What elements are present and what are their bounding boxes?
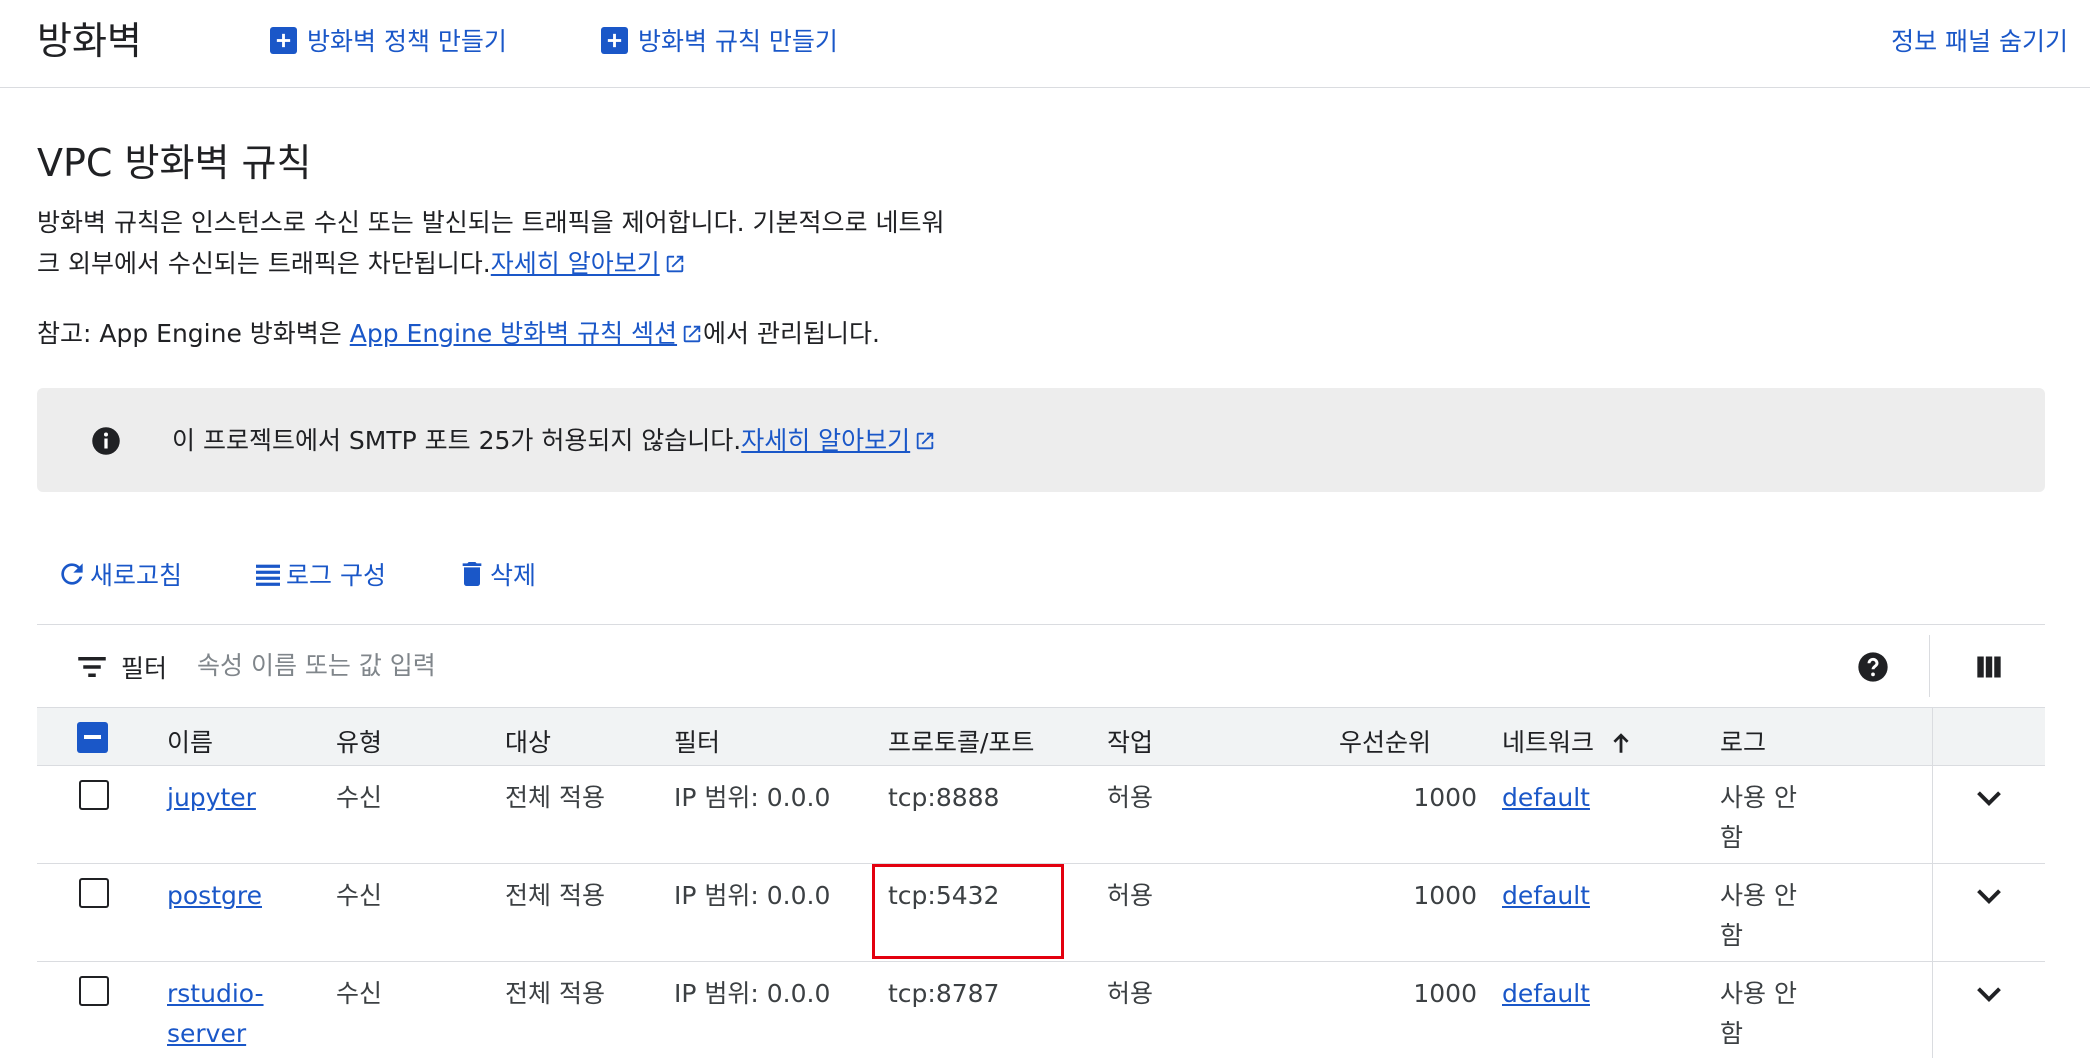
banner-learn-more-link[interactable]: 자세히 알아보기 <box>741 426 910 455</box>
rule-action: 허용 <box>1107 783 1154 812</box>
create-firewall-policy-button[interactable]: 방화벽 정책 만들기 <box>270 20 507 60</box>
rule-priority: 1000 <box>1413 783 1477 812</box>
delete-button[interactable]: 삭제 <box>456 556 536 592</box>
rule-filters: IP 범위: 0.0.0 <box>674 881 831 910</box>
open-in-new-icon <box>666 255 683 273</box>
rule-protocol-port: tcp:8787 <box>888 979 1000 1008</box>
rule-logs: 사용 안함 <box>1720 881 1797 950</box>
rule-protocol-port: tcp:8888 <box>888 783 1000 812</box>
action-toolbar: 새로고침 로그 구성 삭제 <box>56 552 606 596</box>
select-all-checkbox[interactable] <box>77 722 108 753</box>
column-header-logs[interactable]: 로그 <box>1720 723 1766 759</box>
rule-action: 허용 <box>1107 979 1154 1008</box>
row-checkbox[interactable] <box>79 878 109 908</box>
column-header-name[interactable]: 이름 <box>167 723 213 759</box>
info-icon <box>92 427 120 455</box>
table-row: jupyter 수신 전체 적용 IP 범위: 0.0.0 tcp:8888 허… <box>37 766 2045 864</box>
create-firewall-rule-label: 방화벽 규칙 만들기 <box>638 27 838 56</box>
rule-priority: 1000 <box>1413 979 1477 1008</box>
rule-logs: 사용 안함 <box>1720 979 1797 1048</box>
app-engine-rules-link[interactable]: App Engine 방화벽 규칙 섹션 <box>350 319 677 348</box>
filter-icon <box>78 657 106 677</box>
open-in-new-icon <box>683 325 701 343</box>
column-header-targets[interactable]: 대상 <box>505 723 551 759</box>
description-line: 방화벽 규칙은 인스턴스로 수신 또는 발신되는 트래픽을 제어합니다. 기본적… <box>37 208 945 237</box>
column-header-type[interactable]: 유형 <box>336 723 382 759</box>
row-checkbox[interactable] <box>79 976 109 1006</box>
description-text: 크 외부에서 수신되는 트래픽은 차단됩니다. <box>37 249 491 278</box>
network-link[interactable]: default <box>1502 876 1590 916</box>
page-title: 방화벽 <box>37 19 142 63</box>
refresh-label: 새로고침 <box>90 561 183 590</box>
rule-type: 수신 <box>336 783 383 812</box>
column-header-action[interactable]: 작업 <box>1107 723 1153 759</box>
learn-more-link[interactable]: 자세히 알아보기 <box>491 249 660 278</box>
list-icon <box>256 564 281 586</box>
note-suffix: 에서 관리됩니다. <box>703 319 880 348</box>
top-bar: 방화벽 방화벽 정책 만들기 방화벽 규칙 만들기 정보 패널 숨기기 <box>0 0 2090 88</box>
note-prefix: 참고: App Engine 방화벽은 <box>37 319 350 348</box>
rule-filters: IP 범위: 0.0.0 <box>674 979 831 1008</box>
divider <box>1932 708 1933 765</box>
filter-bar: 필터 <box>37 624 2045 708</box>
add-box-icon <box>601 26 628 54</box>
chevron-down-icon[interactable] <box>1971 780 2007 816</box>
rule-name-link[interactable]: postgre <box>167 876 287 916</box>
open-in-new-icon <box>916 432 934 450</box>
network-header-label: 네트워크 <box>1502 728 1595 757</box>
filter-input[interactable] <box>197 643 1497 687</box>
add-box-icon <box>270 26 297 54</box>
column-header-protocol-port[interactable]: 프로토콜/포트 <box>888 723 1034 759</box>
rule-action: 허용 <box>1107 881 1154 910</box>
create-firewall-policy-label: 방화벽 정책 만들기 <box>307 27 507 56</box>
banner-message: 이 프로젝트에서 SMTP 포트 25가 허용되지 않습니다.자세히 알아보기 <box>172 421 936 457</box>
column-display-options-icon[interactable] <box>1975 653 2003 681</box>
chevron-down-icon[interactable] <box>1971 878 2007 914</box>
banner-text: 이 프로젝트에서 SMTP 포트 25가 허용되지 않습니다. <box>172 426 742 455</box>
refresh-button[interactable]: 새로고침 <box>56 556 182 592</box>
delete-icon <box>462 562 482 586</box>
highlight-box <box>872 864 1064 959</box>
section-title: VPC 방화벽 규칙 <box>37 141 312 185</box>
arrow-up-icon <box>1613 733 1629 753</box>
rule-targets: 전체 적용 <box>505 783 605 812</box>
divider <box>1932 766 1933 863</box>
row-checkbox[interactable] <box>79 780 109 810</box>
smtp-info-banner: 이 프로젝트에서 SMTP 포트 25가 허용되지 않습니다.자세히 알아보기 <box>37 388 2045 492</box>
refresh-icon <box>61 563 83 585</box>
section-description: 방화벽 규칙은 인스턴스로 수신 또는 발신되는 트래픽을 제어합니다. 기본적… <box>37 202 1077 284</box>
divider <box>1932 962 1933 1058</box>
hide-info-panel-button[interactable]: 정보 패널 숨기기 <box>1891 20 2068 60</box>
help-icon[interactable] <box>1857 651 1889 683</box>
column-header-network[interactable]: 네트워크 <box>1502 723 1634 759</box>
divider <box>1929 635 1930 697</box>
chevron-down-icon[interactable] <box>1971 976 2007 1012</box>
table-row: rstudio-server 수신 전체 적용 IP 범위: 0.0.0 tcp… <box>37 962 2045 1058</box>
app-engine-note: 참고: App Engine 방화벽은 App Engine 방화벽 규칙 섹션… <box>37 314 880 350</box>
column-header-filters[interactable]: 필터 <box>674 723 720 759</box>
rule-filters: IP 범위: 0.0.0 <box>674 783 831 812</box>
rule-type: 수신 <box>336 979 383 1008</box>
create-firewall-rule-button[interactable]: 방화벽 규칙 만들기 <box>601 20 838 60</box>
rule-name-link[interactable]: rstudio-server <box>167 974 287 1054</box>
rule-priority: 1000 <box>1413 881 1477 910</box>
filter-label: 필터 <box>121 654 168 683</box>
rule-targets: 전체 적용 <box>505 881 605 910</box>
configure-logs-button[interactable]: 로그 구성 <box>252 556 386 592</box>
rule-logs: 사용 안함 <box>1720 783 1797 852</box>
rule-targets: 전체 적용 <box>505 979 605 1008</box>
table-header: 이름 유형 대상 필터 프로토콜/포트 작업 우선순위 네트워크 로그 <box>37 708 2045 766</box>
column-header-priority[interactable]: 우선순위 <box>1339 723 1431 759</box>
configure-logs-label: 로그 구성 <box>286 561 386 590</box>
network-link[interactable]: default <box>1502 974 1590 1014</box>
divider <box>1932 864 1933 961</box>
rule-name-link[interactable]: jupyter <box>167 778 287 818</box>
rule-type: 수신 <box>336 881 383 910</box>
network-link[interactable]: default <box>1502 778 1590 818</box>
delete-label: 삭제 <box>489 561 536 590</box>
description-line: 크 외부에서 수신되는 트래픽은 차단됩니다.자세히 알아보기 <box>37 243 1077 284</box>
